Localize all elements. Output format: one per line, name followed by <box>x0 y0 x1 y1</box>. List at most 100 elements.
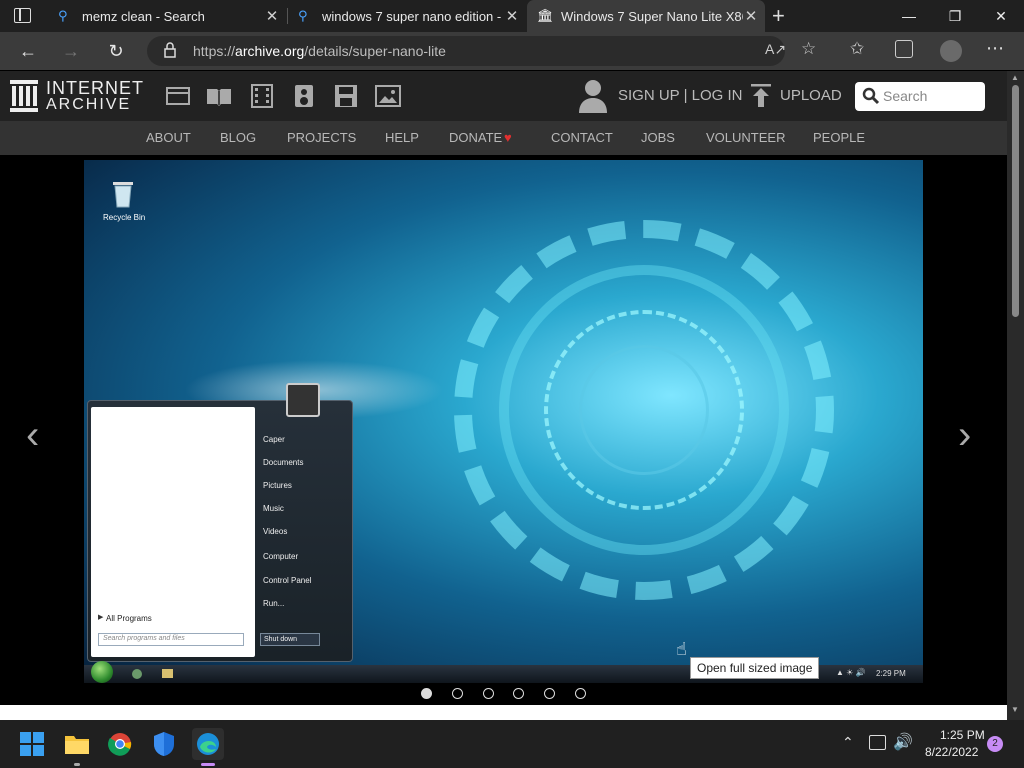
carousel-dot[interactable] <box>575 688 586 699</box>
page-scrollbar[interactable]: ▲ ▼ <box>1007 71 1024 720</box>
restore-button[interactable]: ❐ <box>932 0 978 32</box>
minimize-button[interactable]: — <box>886 0 932 32</box>
menu-caper[interactable]: Caper <box>263 435 285 444</box>
carousel-dot-active[interactable] <box>421 688 432 699</box>
taskbar-date[interactable]: 8/22/2022 <box>925 745 978 759</box>
running-indicator <box>74 763 80 766</box>
show-hidden-icons-chevron[interactable]: ⌃ <box>842 734 854 751</box>
close-tab-icon[interactable]: ✕ <box>504 7 520 25</box>
ia-header: INTERNET ARCHIVE SIGN UP | LOG IN UPLOAD… <box>0 71 1007 121</box>
read-aloud-icon[interactable]: A↗ <box>765 41 786 58</box>
video-icon[interactable] <box>249 84 275 108</box>
chrome-icon[interactable] <box>104 728 136 760</box>
url-prefix: https:// <box>193 43 236 59</box>
nav-donate[interactable]: DONATE <box>449 121 502 155</box>
add-favorite-icon[interactable]: ☆ <box>801 39 816 59</box>
tab-title: windows 7 super nano edition - S <box>322 8 504 24</box>
ia-logo-text-2[interactable]: ARCHIVE <box>46 96 131 114</box>
image-carousel: ‹ › Recycle Bin ▶ All Programs Search pr… <box>0 155 1007 705</box>
win7-start-menu: ▶ All Programs Search programs and files… <box>87 383 353 662</box>
menu-computer[interactable]: Computer <box>263 552 298 561</box>
audio-icon[interactable] <box>291 84 317 108</box>
new-tab-button[interactable]: + <box>772 3 785 29</box>
texts-icon[interactable] <box>206 84 232 108</box>
ia-logo-icon[interactable] <box>10 80 38 112</box>
tab-actions-icon[interactable] <box>14 8 31 23</box>
settings-more-icon[interactable]: ⋯ <box>986 38 1004 59</box>
nav-about[interactable]: ABOUT <box>146 121 191 155</box>
address-toolbar: ← → ↻ https://archive.org/details/super-… <box>0 32 1024 70</box>
close-tab-icon[interactable]: ✕ <box>264 7 280 25</box>
screenshot-image[interactable]: Recycle Bin ▶ All Programs Search progra… <box>84 160 923 683</box>
nav-blog[interactable]: BLOG <box>220 121 256 155</box>
win7-media-icon[interactable] <box>132 669 142 679</box>
win7-explorer-icon[interactable] <box>162 669 173 678</box>
menu-documents[interactable]: Documents <box>263 458 303 467</box>
signup-login-link[interactable]: SIGN UP | LOG IN <box>618 87 742 104</box>
all-programs-link[interactable]: All Programs <box>106 614 152 623</box>
menu-videos[interactable]: Videos <box>263 527 287 536</box>
tab-archive-active[interactable]: 🏛 Windows 7 Super Nano Lite X86 ✕ <box>527 0 765 32</box>
scroll-down-arrow-icon[interactable]: ▼ <box>1011 705 1019 714</box>
security-shield-icon[interactable] <box>148 728 180 760</box>
nav-projects[interactable]: PROJECTS <box>287 121 356 155</box>
file-explorer-icon[interactable] <box>61 728 93 760</box>
software-icon[interactable] <box>333 84 359 108</box>
address-field[interactable]: https://archive.org/details/super-nano-l… <box>147 36 785 66</box>
user-icon[interactable] <box>579 79 607 113</box>
ia-search-box[interactable]: Search <box>855 82 985 111</box>
tab-title: Windows 7 Super Nano Lite X86 <box>561 8 743 24</box>
archive-favicon-icon: 🏛 <box>537 8 554 23</box>
nav-contact[interactable]: CONTACT <box>551 121 613 155</box>
nav-volunteer[interactable]: VOLUNTEER <box>706 121 785 155</box>
nav-jobs[interactable]: JOBS <box>641 121 675 155</box>
upload-icon[interactable] <box>751 84 771 108</box>
scroll-up-arrow-icon[interactable]: ▲ <box>1011 73 1019 82</box>
menu-music[interactable]: Music <box>263 504 284 513</box>
carousel-dot[interactable] <box>513 688 524 699</box>
tab-title: memz clean - Search <box>82 8 205 24</box>
recycle-bin-icon[interactable] <box>112 180 134 208</box>
carousel-dot[interactable] <box>452 688 463 699</box>
url-path: /details/super-nano-lite <box>304 43 446 59</box>
cursor-hand-icon: ☝ <box>676 639 687 659</box>
menu-pictures[interactable]: Pictures <box>263 481 292 490</box>
windows-start-icon[interactable] <box>16 728 48 760</box>
profile-avatar-icon[interactable] <box>940 40 962 62</box>
search-icon: ⚲ <box>58 8 68 23</box>
network-icon[interactable] <box>869 735 886 750</box>
active-app-indicator <box>201 763 215 766</box>
win7-start-orb-icon[interactable] <box>91 661 113 683</box>
tab-search-memz[interactable]: ⚲ memz clean - Search ✕ <box>48 0 286 32</box>
shutdown-button[interactable]: Shut down <box>260 633 320 646</box>
volume-icon[interactable]: 🔊 <box>893 732 913 752</box>
scrollbar-thumb[interactable] <box>1012 85 1019 317</box>
collections-icon[interactable] <box>895 40 913 58</box>
heart-icon[interactable]: ♥ <box>504 121 512 155</box>
upload-link[interactable]: UPLOAD <box>780 87 842 104</box>
carousel-next-button[interactable]: › <box>958 415 971 455</box>
carousel-dot[interactable] <box>544 688 555 699</box>
close-window-button[interactable]: ✕ <box>978 0 1024 32</box>
tab-search-win7[interactable]: ⚲ windows 7 super nano edition - S ✕ <box>288 0 526 32</box>
search-icon <box>862 87 880 105</box>
win7-search-field[interactable]: Search programs and files <box>98 633 244 646</box>
refresh-button[interactable]: ↻ <box>98 32 134 70</box>
favorites-icon[interactable]: ✩ <box>850 39 864 59</box>
taskbar-time[interactable]: 1:25 PM <box>940 728 985 742</box>
carousel-dot[interactable] <box>483 688 494 699</box>
images-icon[interactable] <box>375 84 401 108</box>
back-button[interactable]: ← <box>10 32 46 70</box>
carousel-prev-button[interactable]: ‹ <box>26 415 39 455</box>
menu-run[interactable]: Run... <box>263 599 284 608</box>
menu-control-panel[interactable]: Control Panel <box>263 576 311 585</box>
forward-button[interactable]: → <box>53 32 89 70</box>
nav-people[interactable]: PEOPLE <box>813 121 865 155</box>
shutdown-label: Shut down <box>264 636 298 643</box>
notification-badge[interactable]: 2 <box>987 736 1003 752</box>
edge-browser-icon[interactable] <box>192 728 224 760</box>
lock-icon <box>164 42 176 58</box>
web-icon[interactable] <box>165 84 191 108</box>
close-tab-icon[interactable]: ✕ <box>743 7 759 25</box>
nav-help[interactable]: HELP <box>385 121 419 155</box>
